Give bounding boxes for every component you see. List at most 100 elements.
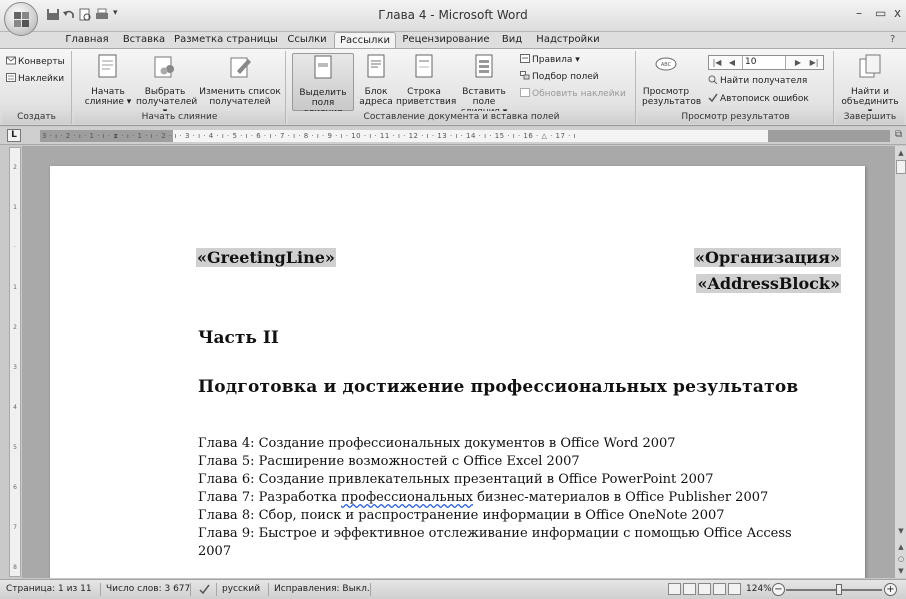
tab-page-layout[interactable]: Разметка страницы — [170, 32, 282, 48]
vruler-mark: 3 — [13, 364, 17, 371]
language-indicator[interactable]: русский — [222, 584, 260, 594]
greeting-line-button[interactable]: Строка приветствия — [396, 53, 457, 107]
find-recipient-button[interactable]: Найти получателя — [708, 75, 807, 88]
chapter-line: Глава 9: Быстрое и эффективное отслежива… — [198, 526, 792, 541]
insert-field-icon — [475, 54, 493, 78]
labels-icon — [6, 73, 16, 82]
ribbon-tabs: Главная Вставка Разметка страницы Ссылки… — [0, 32, 906, 49]
organization-field[interactable]: «Организация» — [694, 248, 841, 267]
rules-label: Правила ▾ — [532, 55, 580, 65]
tab-selector-button[interactable]: L — [7, 129, 21, 142]
match-fields-button[interactable]: Подбор полей — [520, 71, 599, 84]
auto-check-errors-button[interactable]: Автопоиск ошибок — [708, 93, 809, 106]
chapter-line: Глава 6: Создание привлекательных презен… — [198, 472, 714, 487]
scroll-down-icon[interactable]: ▼ — [896, 526, 906, 536]
address-block-button[interactable]: Блок адреса — [358, 53, 394, 107]
group-start-merge: Начать слияние ▾ Выбрать получателей ▾ И… — [74, 51, 286, 124]
page-counter[interactable]: Страница: 1 из 11 — [6, 584, 92, 594]
part-heading: Часть II — [198, 328, 279, 348]
envelope-icon — [6, 56, 16, 65]
print-layout-view-icon[interactable] — [668, 583, 681, 595]
ruler-marks: 3 · ı · 2 · ı · 1 · ı · ⧗ · ı · 1 · ı · … — [42, 132, 577, 140]
rules-button[interactable]: Правила ▾ — [520, 54, 580, 67]
chapter-line: 2007 — [198, 544, 232, 559]
group-write-insert: Выделить поля слияния Блок адреса Строка… — [288, 51, 636, 124]
ribbon: Конверты Наклейки Создать Начать слияние… — [0, 48, 906, 126]
previous-record-icon[interactable]: ◀ — [725, 56, 739, 69]
chapter-line: Глава 4: Создание профессиональных докум… — [198, 436, 676, 451]
preview-results-button[interactable]: ABC Просмотр результатов — [642, 53, 701, 107]
select-browse-object-icon[interactable]: ○ — [896, 554, 906, 564]
status-bar: Страница: 1 из 11 Число слов: 3 677 русс… — [0, 579, 906, 599]
chapter-line: Глава 8: Сбор, поиск и распространение и… — [198, 508, 725, 523]
first-record-icon[interactable]: |◀ — [710, 56, 724, 69]
address-block-field[interactable]: «AddressBlock» — [696, 274, 841, 293]
zoom-in-button[interactable]: + — [884, 583, 897, 596]
last-record-icon[interactable]: ▶| — [807, 56, 821, 69]
envelopes-label: Конверты — [18, 57, 65, 67]
chapter-line: Глава 5: Расширение возможностей с Offic… — [198, 454, 580, 469]
vertical-ruler-marks: 2 1 · 1 2 3 4 5 6 7 8 — [10, 148, 20, 588]
vruler-mark: 6 — [13, 484, 17, 491]
group-preview-label: Просмотр результатов — [638, 111, 833, 124]
record-number-input[interactable]: 10 — [742, 56, 786, 69]
document-merge-icon — [98, 54, 117, 78]
next-page-icon[interactable]: ▼ — [896, 566, 906, 576]
zoom-out-button[interactable]: − — [772, 583, 785, 596]
edit-recipients-button[interactable]: Изменить список получателей — [198, 53, 282, 107]
labels-label: Наклейки — [18, 74, 65, 84]
tab-mailings[interactable]: Рассылки — [334, 32, 396, 49]
web-layout-view-icon[interactable] — [698, 583, 711, 595]
track-changes-indicator[interactable]: Исправления: Выкл. — [274, 584, 370, 594]
auto-check-errors-label: Автопоиск ошибок — [720, 94, 809, 104]
horizontal-ruler[interactable]: 3 · ı · 2 · ı · 1 · ı · ⧗ · ı · 1 · ı · … — [40, 130, 890, 142]
restore-button[interactable]: ▭ — [875, 6, 886, 20]
status-divider — [216, 583, 217, 596]
zoom-level[interactable]: 124% — [746, 584, 772, 594]
tab-review[interactable]: Рецензирование — [398, 32, 494, 48]
scroll-up-icon[interactable]: ▲ — [896, 148, 906, 158]
close-button[interactable]: x — [894, 6, 901, 20]
zoom-slider-thumb[interactable] — [836, 584, 842, 595]
tab-insert[interactable]: Вставка — [118, 32, 170, 48]
document-page[interactable]: «GreetingLine» «Организация» «AddressBlo… — [50, 166, 865, 578]
tab-references[interactable]: Ссылки — [282, 32, 332, 48]
group-write-insert-label: Составление документа и вставка полей — [288, 111, 635, 124]
outline-view-icon[interactable] — [713, 583, 726, 595]
tab-view[interactable]: Вид — [494, 32, 530, 48]
help-icon[interactable]: ? — [890, 34, 895, 45]
next-record-icon[interactable]: ▶ — [791, 56, 805, 69]
group-finish: Найти и объединить ▾ Завершить — [836, 51, 904, 124]
group-finish-label: Завершить — [836, 111, 904, 124]
labels-button[interactable]: Наклейки — [6, 73, 64, 86]
highlight-fields-button[interactable]: Выделить поля слияния — [292, 53, 354, 118]
match-fields-icon — [520, 71, 530, 80]
tab-addins[interactable]: Надстройки — [532, 32, 604, 48]
greeting-line-field[interactable]: «GreetingLine» — [196, 248, 336, 267]
zoom-slider[interactable] — [786, 589, 882, 591]
proofing-icon[interactable] — [198, 583, 211, 596]
insert-merge-field-button[interactable]: Вставить поле слияния ▾ — [452, 53, 516, 117]
select-recipients-button[interactable]: Выбрать получателей ▾ — [136, 53, 197, 117]
svg-text:ABC: ABC — [661, 62, 672, 68]
previous-page-icon[interactable]: ▲ — [896, 542, 906, 552]
view-ruler-icon[interactable]: ⧉ — [895, 129, 902, 140]
scroll-thumb[interactable] — [896, 160, 906, 174]
tab-home[interactable]: Главная — [56, 32, 118, 48]
word-count[interactable]: Число слов: 3 677 — [106, 584, 190, 594]
highlight-fields-icon — [314, 55, 332, 79]
start-merge-button[interactable]: Начать слияние ▾ — [80, 53, 136, 107]
full-screen-view-icon[interactable] — [683, 583, 696, 595]
update-labels-button[interactable]: Обновить наклейки — [520, 88, 626, 101]
vruler-mark: 1 — [13, 204, 17, 211]
office-button[interactable] — [4, 2, 38, 36]
envelopes-button[interactable]: Конверты — [6, 56, 65, 69]
vruler-mark: 2 — [13, 164, 17, 171]
greeting-line-label: Строка приветствия — [396, 87, 457, 107]
office-logo-icon — [14, 12, 29, 27]
minimize-button[interactable]: – — [856, 6, 862, 20]
vertical-scrollbar[interactable]: ▲ ▼ ▲ ○ ▼ — [894, 146, 906, 578]
finish-merge-button[interactable]: Найти и объединить ▾ — [838, 53, 902, 117]
status-divider — [268, 583, 269, 596]
draft-view-icon[interactable] — [728, 583, 741, 595]
